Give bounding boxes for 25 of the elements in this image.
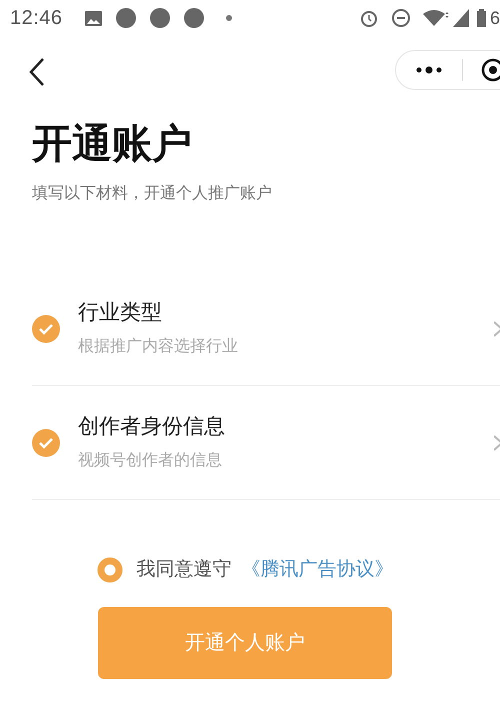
minus-circle-icon <box>390 8 411 28</box>
agree-radio[interactable] <box>96 557 122 584</box>
item-title: 创作者身份信息 <box>78 414 225 440</box>
capsule-menu[interactable] <box>395 50 500 90</box>
agreement-link[interactable]: 《腾讯广告协议》 <box>242 559 394 580</box>
signal-icon <box>452 9 469 27</box>
item-description: 视频号创作者的信息 <box>78 450 223 470</box>
notification-icon <box>116 8 136 28</box>
page-title: 开通账户 <box>32 121 193 168</box>
agreement-text: 我同意遵守 <box>136 559 232 580</box>
notification-icon <box>184 8 204 28</box>
status-time: 12:46 <box>10 6 63 31</box>
battery-icon <box>476 9 486 27</box>
back-icon[interactable] <box>28 57 46 87</box>
item-title: 行业类型 <box>78 300 163 326</box>
open-account-button[interactable]: 开通个人账户 <box>98 606 392 678</box>
more-icon[interactable] <box>416 66 442 74</box>
wifi-icon <box>422 9 449 27</box>
dot-icon <box>226 15 232 21</box>
image-icon <box>84 10 102 26</box>
item-description: 根据推广内容选择行业 <box>78 336 238 356</box>
notification-icon <box>150 8 170 28</box>
alarm-icon <box>358 8 379 28</box>
battery-percent: 6 <box>490 6 500 30</box>
page-subtitle: 填写以下材料，开通个人推广账户 <box>32 184 273 204</box>
